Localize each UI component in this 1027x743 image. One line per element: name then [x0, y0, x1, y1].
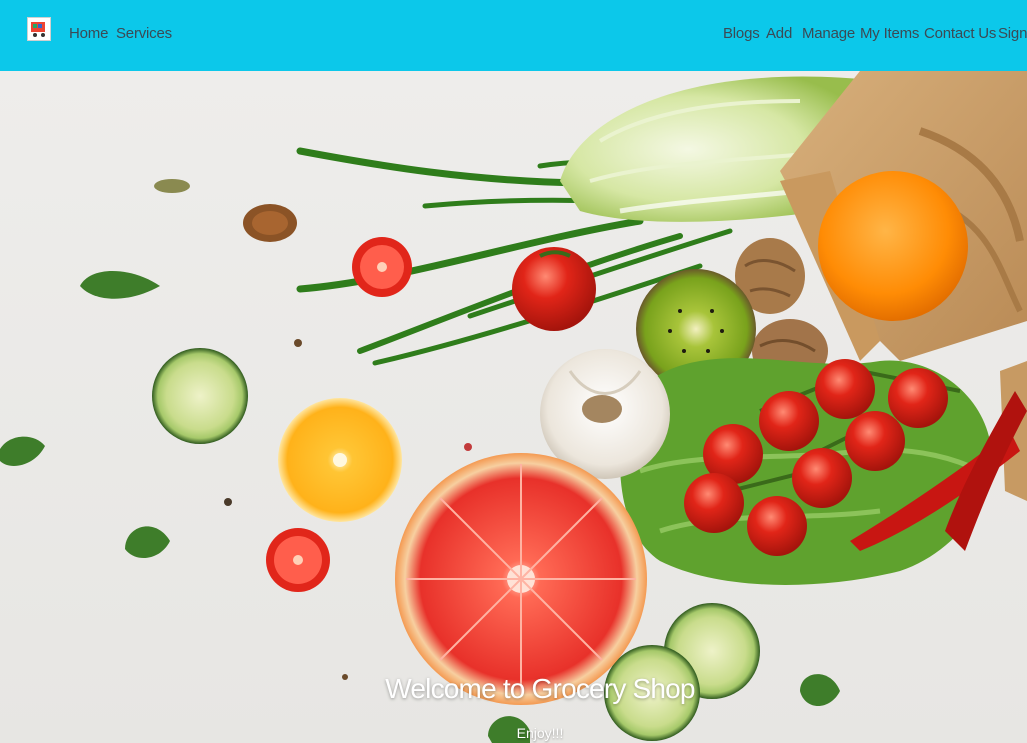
- nav-link-home[interactable]: Home: [69, 25, 108, 42]
- hero-subtitle: Enjoy!!!: [516, 725, 564, 741]
- page: Home Services Blogs Add Manage My Items …: [0, 0, 1027, 743]
- navbar: Home Services Blogs Add Manage My Items …: [0, 0, 1027, 71]
- hero-vegetables-image-icon: [0, 71, 1027, 743]
- brand-logo-icon[interactable]: [27, 17, 51, 41]
- nav-link-add[interactable]: Add: [766, 25, 792, 42]
- nav-link-sign[interactable]: Sign: [998, 25, 1027, 42]
- hero-title: Welcome to Grocery Shop: [385, 673, 695, 704]
- nav-link-services[interactable]: Services: [116, 25, 172, 42]
- nav-link-manage[interactable]: Manage: [802, 25, 855, 42]
- hero-banner: Welcome to Grocery Shop Enjoy!!!: [0, 71, 1027, 743]
- nav-link-blogs[interactable]: Blogs: [723, 25, 760, 42]
- nav-link-my-items[interactable]: My Items: [860, 25, 919, 42]
- nav-link-contact-us[interactable]: Contact Us: [924, 25, 996, 42]
